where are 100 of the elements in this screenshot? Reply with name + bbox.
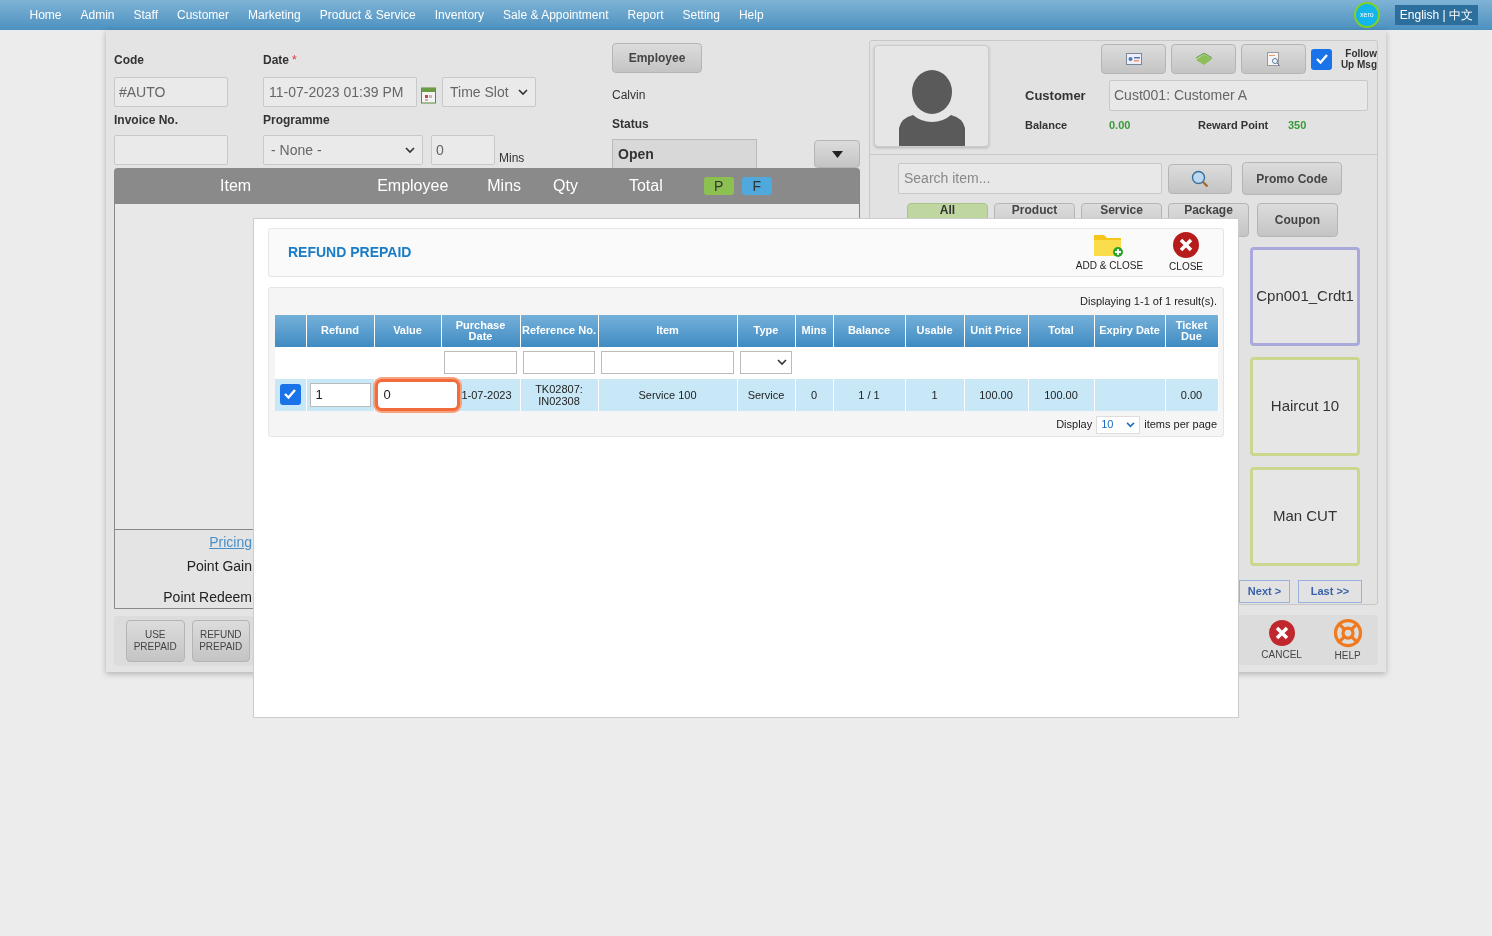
nav-item[interactable]: Help bbox=[729, 6, 774, 24]
lifebuoy-icon bbox=[1332, 617, 1363, 648]
date-field[interactable]: 11-07-2023 01:39 PM bbox=[263, 77, 417, 107]
toolbar-button[interactable] bbox=[1171, 44, 1236, 74]
item-tile[interactable]: Cpn001_Crdt1 bbox=[1250, 247, 1360, 346]
chevron-icon bbox=[777, 359, 787, 366]
checkmark-icon bbox=[1314, 52, 1329, 66]
column-header[interactable]: Reference No. bbox=[520, 314, 598, 347]
category-tab[interactable]: Coupon bbox=[1257, 203, 1338, 237]
filter-field[interactable] bbox=[444, 351, 517, 374]
value-field[interactable]: 0 bbox=[374, 378, 460, 411]
employee-button[interactable]: Employee bbox=[612, 43, 702, 73]
column-header[interactable]: Value bbox=[374, 314, 441, 347]
column-header[interactable]: Refund bbox=[306, 314, 374, 347]
pager-button[interactable]: Last >> bbox=[1298, 580, 1362, 603]
prepaid-button[interactable]: REFUND PREPAID bbox=[191, 620, 250, 662]
customer-label: Customer bbox=[1025, 86, 1087, 105]
code-label: Code bbox=[114, 52, 145, 69]
nav-item[interactable]: Product & Service bbox=[310, 6, 426, 24]
cart-badge: P bbox=[703, 177, 734, 196]
chevron-icon bbox=[405, 146, 415, 154]
follow-up-label: Follow Up Msg bbox=[1339, 48, 1377, 70]
column-header[interactable]: Type bbox=[737, 314, 795, 347]
filter-field[interactable] bbox=[601, 351, 734, 374]
cancel-button[interactable]: CANCEL bbox=[1261, 618, 1302, 662]
invoice-field[interactable] bbox=[114, 135, 228, 165]
pricing-link[interactable]: Pricing bbox=[209, 532, 252, 553]
search-button[interactable] bbox=[1168, 163, 1232, 194]
table-cell: 100.00 bbox=[1028, 378, 1094, 411]
programme-select[interactable]: - None - bbox=[263, 135, 423, 165]
table-cell: 0 bbox=[795, 378, 833, 411]
help-button[interactable]: HELP bbox=[1332, 617, 1363, 663]
nav-item[interactable]: Inventory bbox=[425, 6, 494, 24]
table-cell: 100.00 bbox=[964, 378, 1028, 411]
language-link[interactable]: English | 中文 bbox=[1399, 6, 1473, 24]
column-header: Total bbox=[628, 176, 663, 197]
caret-icon bbox=[831, 150, 843, 158]
column-header: Qty bbox=[553, 176, 578, 197]
prepaid-button[interactable]: USE PREPAID bbox=[126, 620, 185, 662]
column-header[interactable]: Total bbox=[1028, 314, 1094, 347]
close-icon bbox=[1267, 618, 1296, 647]
table-cell: 1 bbox=[905, 378, 964, 411]
item-tile[interactable]: Haircut 10 bbox=[1250, 357, 1360, 456]
table-cell: Service 100 bbox=[598, 378, 737, 411]
customer-field[interactable]: Cust001: Customer A bbox=[1109, 80, 1368, 111]
table-cell: 1 / 1 bbox=[833, 378, 905, 411]
date-label: Date bbox=[263, 52, 289, 69]
dialog-title: REFUND PREPAID bbox=[288, 243, 413, 262]
nav-item[interactable]: Staff bbox=[124, 6, 168, 24]
per-page-label: items per page bbox=[1144, 417, 1217, 433]
chevron-icon bbox=[1126, 421, 1136, 428]
search-field[interactable]: Search item... bbox=[898, 163, 1162, 194]
dropdown-button[interactable] bbox=[814, 140, 860, 168]
refund-field[interactable]: 1 bbox=[309, 382, 371, 407]
promo-code-button[interactable]: Promo Code bbox=[1242, 162, 1342, 195]
calendar-icon[interactable] bbox=[421, 86, 436, 104]
close-icon bbox=[1172, 231, 1201, 259]
table-cell: TK02807: IN02308 bbox=[520, 378, 598, 411]
add-close-button[interactable]: ADD & CLOSE bbox=[1075, 232, 1144, 273]
code-field[interactable]: #AUTO bbox=[114, 77, 228, 107]
balance-value: 0.00 bbox=[1109, 118, 1132, 133]
point-redeem-label: Point Redeem bbox=[163, 588, 252, 607]
filter-field[interactable] bbox=[523, 351, 595, 374]
mins-unit: Mins bbox=[499, 150, 525, 167]
status-label: Status bbox=[612, 116, 650, 133]
column-header[interactable]: Ticket Due bbox=[1165, 314, 1218, 347]
filter-select[interactable] bbox=[740, 351, 792, 374]
toolbar-button[interactable] bbox=[1241, 44, 1306, 74]
close-button[interactable]: CLOSE bbox=[1169, 231, 1203, 274]
page-size-select[interactable]: 10 bbox=[1096, 415, 1141, 434]
row-checkbox[interactable] bbox=[279, 383, 301, 405]
nav-item[interactable]: Marketing bbox=[238, 6, 311, 24]
mins-field[interactable]: 0 bbox=[431, 135, 495, 165]
nav-item[interactable]: Home bbox=[20, 6, 71, 24]
chevron-icon bbox=[518, 88, 528, 96]
nav-item[interactable]: Setting bbox=[673, 6, 730, 24]
column-header[interactable]: Unit Price bbox=[964, 314, 1028, 347]
toolbar-button[interactable] bbox=[1101, 44, 1166, 74]
column-header[interactable]: Usable bbox=[905, 314, 964, 347]
status-field: Open bbox=[612, 139, 757, 169]
column-header[interactable]: Balance bbox=[833, 314, 905, 347]
follow-up-checkbox[interactable] bbox=[1311, 48, 1332, 70]
pager-button[interactable]: Next > bbox=[1239, 580, 1290, 603]
nav-item[interactable]: Customer bbox=[167, 6, 239, 24]
employee-name: Calvin bbox=[612, 87, 647, 104]
nav-item[interactable]: Admin bbox=[71, 6, 125, 24]
column-header: Employee bbox=[377, 176, 449, 197]
column-header[interactable]: Purchase Date bbox=[441, 314, 520, 347]
id-card-icon bbox=[1125, 53, 1142, 65]
time-slot-select[interactable]: Time Slot bbox=[442, 77, 536, 107]
folder-add-icon bbox=[1093, 232, 1126, 258]
column-header: Item bbox=[220, 176, 252, 197]
item-tile[interactable]: Man CUT bbox=[1250, 467, 1360, 566]
column-header[interactable]: Expiry Date bbox=[1094, 314, 1165, 347]
programme-label: Programme bbox=[263, 112, 331, 129]
nav-item[interactable]: Report bbox=[618, 6, 674, 24]
table-cell: Service bbox=[737, 378, 795, 411]
column-header[interactable]: Mins bbox=[795, 314, 833, 347]
nav-item[interactable]: Sale & Appointment bbox=[493, 6, 618, 24]
column-header[interactable]: Item bbox=[598, 314, 737, 347]
